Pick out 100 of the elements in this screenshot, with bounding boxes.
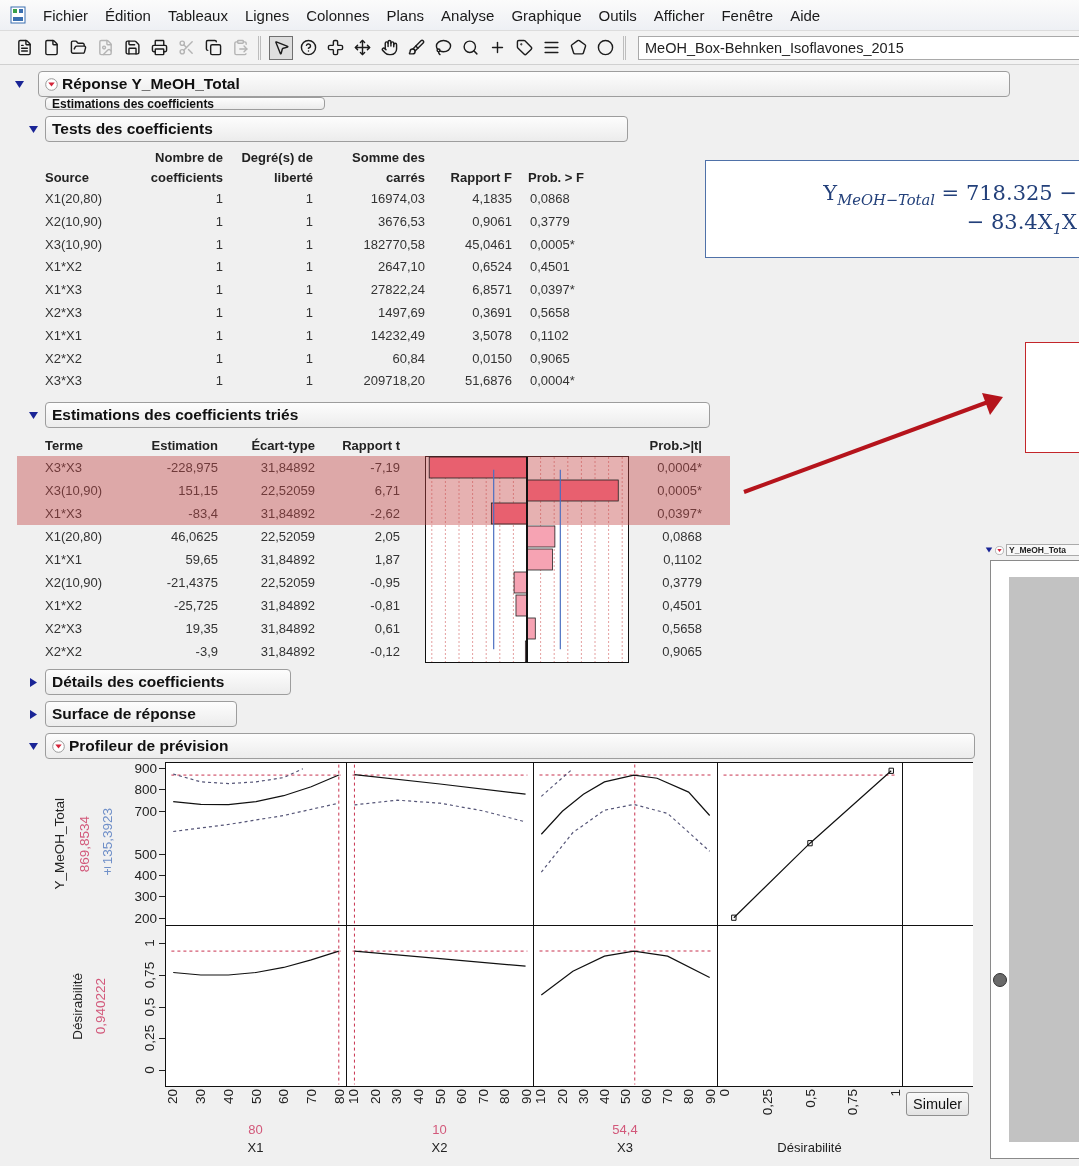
axis-tick-label: 40 [220, 1089, 236, 1105]
axis-tick-label: 0 [716, 1089, 732, 1097]
table-cell-text: 0,4501 [529, 258, 571, 277]
table-cell-text: X1*X1 [45, 551, 83, 570]
clipboard-icon [231, 39, 249, 56]
axis-tick-label: 80 [680, 1089, 696, 1105]
disclosure-triangle-icon[interactable] [28, 708, 39, 720]
axis-tick-label: 0,75 [142, 961, 157, 988]
table-cell-text: 16974,03 [369, 190, 425, 208]
section-header[interactable]: Surface de réponse [45, 701, 237, 728]
table-cell-text: 1 [304, 326, 313, 345]
app-icon[interactable] [10, 6, 26, 24]
menu-item[interactable]: Lignes [244, 6, 290, 24]
table-cell-text: 22,52059 [259, 574, 315, 593]
section-header[interactable]: Profileur de prévision [45, 733, 975, 760]
table-cell-text: 0,3779 [529, 212, 571, 231]
table-cell-text: 0,0868 [529, 190, 571, 208]
axis-tick-label: 500 [134, 846, 157, 862]
menu-item[interactable]: Tableaux [167, 6, 228, 24]
factor-name: Désirabilité [776, 1139, 843, 1158]
table-cell-text: 1 [304, 281, 313, 300]
table-cell-text: 0,9065 [529, 349, 571, 368]
menu-item[interactable]: Fenêtre [721, 6, 774, 24]
table-cell-text: 1 [304, 258, 313, 277]
axis-tick-label: 70 [475, 1089, 490, 1105]
disclosure-triangle-icon[interactable] [985, 546, 993, 554]
disclosure-triangle-icon[interactable] [28, 409, 39, 421]
table-cell-text: 0,9065 [661, 643, 702, 662]
menu-item[interactable]: Analyse [441, 6, 495, 24]
menu-item[interactable]: Édition [105, 6, 151, 24]
menu-item[interactable]: Plans [386, 6, 425, 24]
table-cell-text: 59,65 [184, 551, 218, 570]
menu-item[interactable]: Graphique [511, 6, 582, 24]
table-cell-text: 22,52059 [259, 482, 315, 501]
lasso-icon [434, 39, 452, 56]
axis-tick-label: 70 [303, 1089, 319, 1105]
table-cell-text: X1*X2 [45, 597, 83, 616]
popup-menu-icon[interactable] [995, 545, 1004, 555]
axis-tick-label: 0 [142, 1066, 157, 1074]
axis-tick-label: 400 [134, 867, 157, 883]
column-header: Écart-type [250, 437, 315, 456]
table-cell-text: 31,84892 [259, 597, 315, 616]
table-cell-text: 1 [214, 212, 223, 231]
factor-name: X3 [616, 1139, 634, 1158]
slider-handle[interactable] [993, 973, 1007, 987]
table-cell-text: 6,8571 [471, 281, 512, 300]
pointer-icon [272, 39, 290, 56]
popup-menu-icon[interactable] [52, 739, 65, 753]
axis-tick-label: 20 [164, 1089, 180, 1105]
popup-menu-icon[interactable] [45, 77, 58, 91]
axis-tick-label: 0,5 [802, 1089, 817, 1108]
table-cell-text: X2(10,90) [45, 574, 104, 593]
column-header: Degré(s) de liberté [240, 149, 313, 187]
response-value: 869,8534 [76, 815, 92, 872]
menu-item[interactable]: Afficher [653, 6, 705, 24]
disclosure-triangle-icon[interactable] [28, 740, 39, 752]
file-dropdown[interactable]: MeOH_Box-Behnken_Isoflavones_2015 [638, 35, 1079, 60]
table-cell-text: 0,0397* [656, 505, 702, 524]
section-header[interactable]: Réponse Y_MeOH_Total [38, 71, 1010, 97]
scissors-icon [177, 39, 195, 56]
table-cell-text: 0,5658 [661, 620, 702, 639]
simulate-button[interactable]: Simuler [906, 1092, 970, 1117]
axis-tick-label: 60 [453, 1089, 469, 1105]
table-cell-text: 1 [214, 326, 223, 345]
axis-tick-label: 1 [142, 939, 157, 947]
confidence-curve [540, 768, 574, 798]
table-cell-text: 1 [304, 372, 313, 391]
disclosure-triangle-icon[interactable] [28, 123, 39, 135]
section-header[interactable]: Estimations des coefficients [45, 97, 325, 110]
menu-item[interactable]: Aide [790, 6, 821, 24]
menu-item[interactable]: Outils [598, 6, 637, 24]
section-header[interactable]: Détails des coefficients [45, 669, 291, 696]
menu-item[interactable]: Colonnes [306, 6, 370, 24]
table-cell-text: 60,84 [391, 349, 425, 368]
hand-icon [380, 39, 398, 56]
table-cell-text: 1 [304, 349, 313, 368]
factor-value[interactable]: 80 [165, 1121, 346, 1140]
equation-line: − 83.4X$_{1}$X [966, 210, 1077, 238]
document-icon [15, 39, 33, 56]
pentagon-icon [569, 39, 587, 56]
disclosure-triangle-icon[interactable] [28, 676, 39, 688]
image-file-icon [96, 39, 114, 56]
pointer-tool-button[interactable] [269, 35, 293, 60]
column-header: Rapport t [341, 437, 400, 456]
disclosure-triangle-icon[interactable] [13, 78, 25, 90]
axis-tick-label: 60 [275, 1089, 291, 1105]
section-header[interactable]: Estimations des coefficients triés [45, 402, 710, 429]
table-cell-text: X3(10,90) [45, 235, 104, 254]
table-cell-text: X1*X3 [45, 505, 83, 524]
column-header: Prob.>|t| [648, 437, 702, 456]
section-header[interactable]: Tests des coefficients [45, 116, 628, 142]
blank-page-icon [42, 39, 60, 56]
column-header: Terme [45, 437, 85, 456]
axis-tick-label: 70 [659, 1089, 675, 1105]
table-cell-text: 0,6524 [471, 258, 512, 277]
menu-item[interactable]: Fichier [43, 6, 88, 24]
table-cell-text: 1 [214, 304, 223, 322]
axis-tick-label: 900 [134, 760, 157, 776]
help-icon [299, 39, 317, 56]
axis-tick-label: 30 [575, 1089, 591, 1105]
